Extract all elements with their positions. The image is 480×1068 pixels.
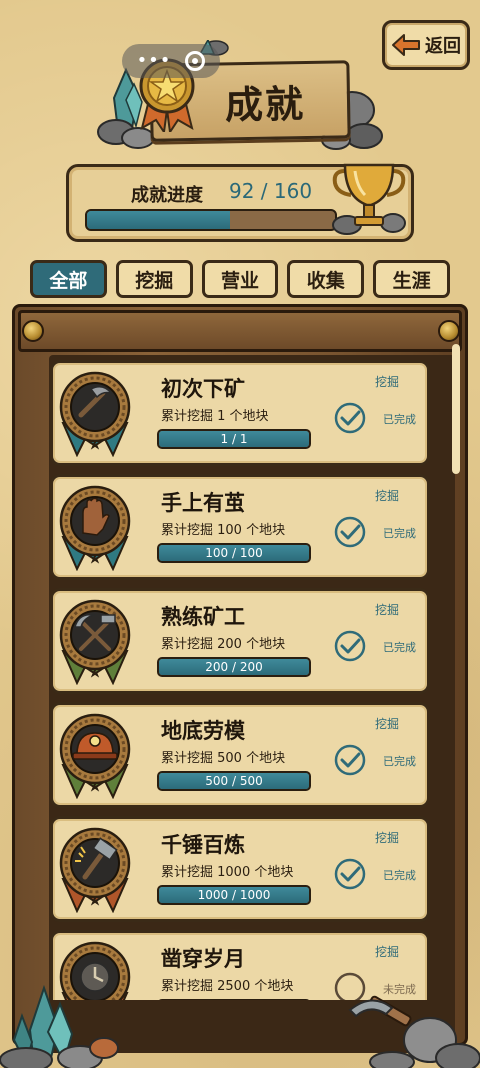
check-circle-icon <box>334 744 366 776</box>
progress-value: 92 / 160 <box>229 179 313 203</box>
achievement-description: 累计挖掘 1000 个地块 <box>161 865 294 880</box>
achievement-name: 熟练矿工 <box>161 605 245 629</box>
achievement-description: 累计挖掘 500 个地块 <box>161 751 286 766</box>
achievement-category: 挖掘 <box>374 717 399 731</box>
category-tabs: 全部 挖掘 营业 收集 生涯 <box>30 260 450 298</box>
achievement-progress-bar <box>157 999 311 1000</box>
tab-career[interactable]: 生涯 <box>373 260 450 298</box>
achievement-list[interactable]: 初次下矿 累计挖掘 1 个地块 挖掘 1 / 1 已完成 手上有茧 累计挖掘 1… <box>50 360 432 1000</box>
achievement-card[interactable]: 熟练矿工 累计挖掘 200 个地块 挖掘 200 / 200 已完成 <box>50 588 430 694</box>
glove-icon <box>59 485 131 571</box>
achievement-progress-text: 100 / 100 <box>205 546 263 560</box>
progress-label: 成就进度 <box>131 185 203 206</box>
achievement-status: 未完成 <box>383 983 416 996</box>
achievement-status: 已完成 <box>383 869 416 882</box>
achievement-category: 挖掘 <box>374 831 399 845</box>
progress-bar <box>85 209 337 231</box>
achievement-category: 挖掘 <box>374 603 399 617</box>
achievement-progress-bar: 100 / 100 <box>157 543 311 563</box>
achievement-name: 地底劳模 <box>161 719 245 743</box>
tab-business[interactable]: 营业 <box>201 260 279 298</box>
achievement-progress-bar: 1 / 1 <box>157 429 311 449</box>
achievement-category: 挖掘 <box>374 375 399 389</box>
check-circle-icon <box>334 858 366 890</box>
close-target-icon[interactable] <box>185 51 206 71</box>
crossed-tools-icon <box>59 599 131 685</box>
achievement-card[interactable]: 千锤百炼 累计挖掘 1000 个地块 挖掘 1000 / 1000 已完成 <box>50 816 430 922</box>
back-label: 返回 <box>425 36 461 57</box>
achievement-card[interactable]: 手上有茧 累计挖掘 100 个地块 挖掘 100 / 100 已完成 <box>50 474 430 580</box>
achievement-progress-panel: 成就进度 92 / 160 <box>66 163 414 242</box>
hammer-sparks-icon <box>59 827 131 913</box>
empty-circle-icon <box>334 972 366 1000</box>
check-circle-icon <box>334 402 366 434</box>
achievement-status: 已完成 <box>383 755 416 768</box>
tab-all[interactable]: 全部 <box>30 260 107 298</box>
achievement-description: 累计挖掘 100 个地块 <box>161 523 286 538</box>
achievement-progress-text: 1 / 1 <box>220 432 248 446</box>
achievement-name: 手上有茧 <box>161 491 245 515</box>
achievement-name: 初次下矿 <box>161 377 245 401</box>
achievement-card[interactable]: 地底劳模 累计挖掘 500 个地块 挖掘 500 / 500 已完成 <box>50 702 430 808</box>
tab-collect[interactable]: 收集 <box>287 260 365 298</box>
achievement-status: 已完成 <box>383 641 416 654</box>
achievement-description: 累计挖掘 2500 个地块 <box>161 979 294 994</box>
progress-bar-fill <box>87 211 230 229</box>
achievement-category: 挖掘 <box>374 489 399 503</box>
back-button[interactable]: 返回 <box>382 20 470 70</box>
page-title: 成就 <box>224 81 306 127</box>
achievement-card[interactable]: 凿穿岁月 累计挖掘 2500 个地块 挖掘 未完成 <box>50 930 430 1000</box>
achievement-status: 已完成 <box>383 413 416 426</box>
more-icon[interactable]: ••• <box>137 52 172 70</box>
back-arrow-icon <box>392 34 420 56</box>
frame-bolt-icon <box>22 320 44 342</box>
achievement-progress-bar: 1000 / 1000 <box>157 885 311 905</box>
achievement-name: 凿穿岁月 <box>161 947 245 971</box>
achievement-status: 已完成 <box>383 527 416 540</box>
achievement-progress-text: 500 / 500 <box>205 774 263 788</box>
achievement-description: 累计挖掘 200 个地块 <box>161 637 286 652</box>
capsule-menu[interactable]: ••• <box>122 44 220 78</box>
frame-bolt-icon <box>438 320 460 342</box>
achievement-description: 累计挖掘 1 个地块 <box>161 409 269 424</box>
scrollbar-thumb[interactable] <box>452 344 460 474</box>
achievement-category: 挖掘 <box>374 945 399 959</box>
check-circle-icon <box>334 516 366 548</box>
check-circle-icon <box>334 630 366 662</box>
achievement-progress-bar: 500 / 500 <box>157 771 311 791</box>
achievement-progress-text: 1000 / 1000 <box>197 888 271 902</box>
achievement-card[interactable]: 初次下矿 累计挖掘 1 个地块 挖掘 1 / 1 已完成 <box>50 360 430 466</box>
tab-dig[interactable]: 挖掘 <box>115 260 193 298</box>
achievement-name: 千锤百炼 <box>161 833 245 857</box>
achievement-progress-bar: 200 / 200 <box>157 657 311 677</box>
frame-top-beam <box>18 310 462 352</box>
achievement-progress-text: 200 / 200 <box>205 660 263 674</box>
pickaxe-icon <box>59 371 131 457</box>
trophy-icon <box>332 163 406 235</box>
miner-helmet-icon <box>59 713 131 799</box>
clock-rock-icon <box>59 941 131 1000</box>
